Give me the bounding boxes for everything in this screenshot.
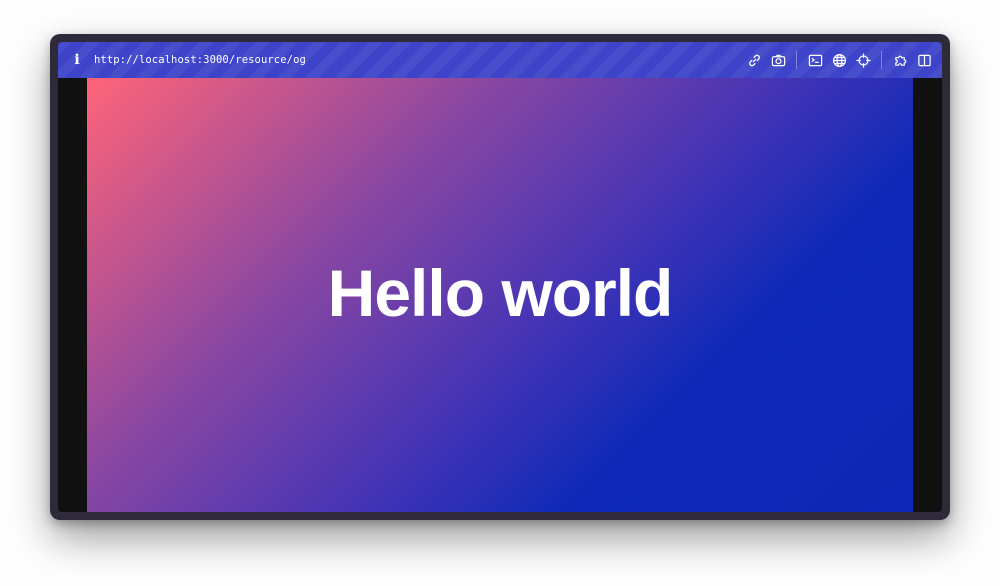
split-view-icon (917, 54, 931, 66)
globe-icon (832, 53, 846, 67)
toolbar-divider (881, 51, 882, 69)
info-button[interactable]: i (66, 49, 88, 71)
window-frame: i http://localhost:3000/resource/og Hell… (58, 42, 942, 512)
copy-link-button[interactable] (742, 48, 766, 72)
crosshair-icon (855, 52, 871, 68)
terminal-icon (808, 54, 822, 66)
split-view-button[interactable] (912, 48, 936, 72)
link-icon (748, 54, 760, 66)
toolbar-actions (742, 48, 936, 72)
toolbar-divider (796, 51, 797, 69)
browser-toolbar: i http://localhost:3000/resource/og (58, 42, 942, 78)
camera-icon (771, 54, 785, 66)
puzzle-icon (894, 55, 906, 66)
network-button[interactable] (827, 48, 851, 72)
url-display[interactable]: http://localhost:3000/resource/og (94, 54, 742, 66)
og-image-preview: Hello world (87, 78, 913, 512)
screenshot-stage: i http://localhost:3000/resource/og Hell… (0, 0, 1000, 586)
extensions-button[interactable] (888, 48, 912, 72)
preview-window: i http://localhost:3000/resource/og Hell… (50, 34, 950, 520)
console-button[interactable] (803, 48, 827, 72)
page-viewport: Hello world (58, 78, 942, 512)
screenshot-button[interactable] (766, 48, 790, 72)
og-title: Hello world (327, 256, 674, 330)
inspect-button[interactable] (851, 48, 875, 72)
